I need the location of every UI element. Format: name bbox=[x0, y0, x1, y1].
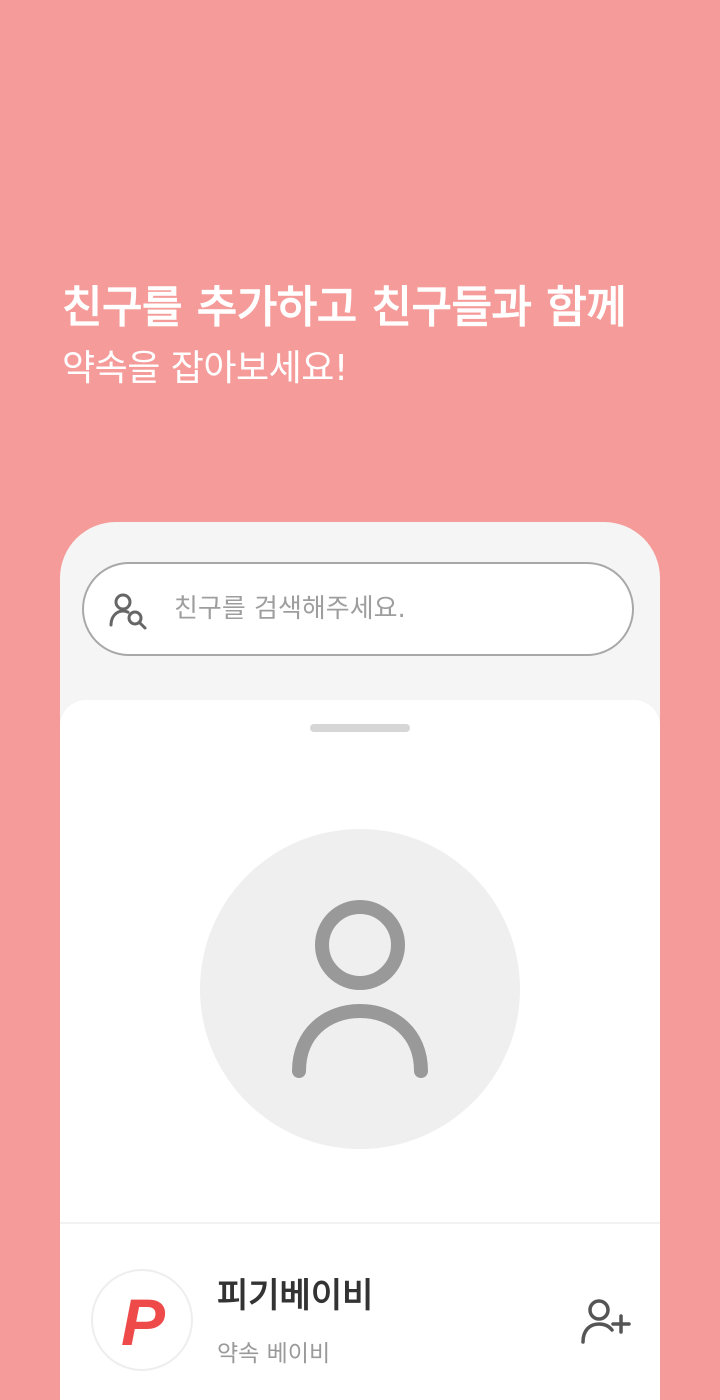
add-user-icon[interactable] bbox=[578, 1294, 634, 1350]
friend-list-item[interactable]: P 피기베이비 약속 베이비 bbox=[60, 1224, 660, 1400]
p-logo-icon: P bbox=[121, 1285, 166, 1359]
bottom-sheet: P 피기베이비 약속 베이비 bbox=[60, 700, 660, 1400]
headline-subtitle: 약속을 잡아보세요! bbox=[62, 348, 348, 389]
p-logo-letter: P bbox=[121, 1285, 166, 1359]
app-screen: 친구를 추가하고 친구들과 함께 약속을 잡아보세요! 친구를 검색해주세요. bbox=[0, 0, 720, 1400]
friend-name: 피기베이비 bbox=[217, 1276, 374, 1316]
search-input[interactable]: 친구를 검색해주세요. bbox=[174, 564, 406, 654]
user-search-icon bbox=[109, 593, 147, 630]
headline: 친구를 추가하고 친구들과 함께 약속을 잡아보세요! bbox=[62, 278, 702, 394]
friend-subtitle: 약속 베이비 bbox=[217, 1341, 331, 1367]
drag-handle[interactable] bbox=[310, 724, 410, 732]
app-logo: P bbox=[91, 1269, 193, 1371]
profile-placeholder bbox=[200, 829, 520, 1149]
headline-title: 친구를 추가하고 친구들과 함께 bbox=[62, 282, 627, 333]
user-silhouette-icon bbox=[292, 900, 428, 1078]
friend-search-bar[interactable]: 친구를 검색해주세요. bbox=[82, 562, 634, 656]
phone-mockup: 친구를 검색해주세요. P 피기베이비 약속 베이비 bbox=[60, 522, 660, 1400]
